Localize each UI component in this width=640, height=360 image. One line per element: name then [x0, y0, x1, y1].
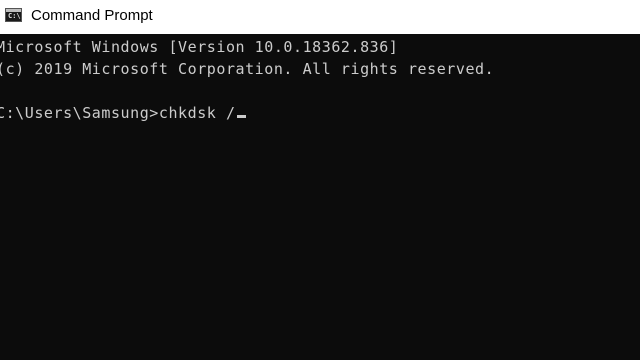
cmd-icon-glyph: C:\: [8, 12, 21, 20]
console-line-version: Microsoft Windows [Version 10.0.18362.83…: [0, 38, 399, 56]
window-title: Command Prompt: [31, 7, 153, 24]
console-line-copyright: (c) 2019 Microsoft Corporation. All righ…: [0, 60, 495, 78]
console-output[interactable]: Microsoft Windows [Version 10.0.18362.83…: [0, 34, 640, 360]
prompt-path: C:\Users\Samsung>: [0, 104, 159, 122]
title-bar[interactable]: C:\ Command Prompt: [0, 0, 640, 34]
text-cursor: [236, 115, 246, 118]
command-line[interactable]: C:\Users\Samsung>chkdsk /: [0, 103, 246, 123]
cmd-icon[interactable]: C:\: [5, 8, 22, 22]
command-prompt-window: C:\ Command Prompt Microsoft Windows [Ve…: [0, 0, 640, 360]
command-input[interactable]: chkdsk /: [159, 104, 236, 122]
